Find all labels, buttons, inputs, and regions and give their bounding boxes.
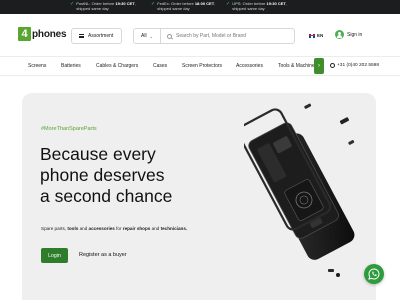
- check-icon: ✓: [226, 1, 231, 7]
- nav-item-batteries[interactable]: Batteries: [61, 63, 81, 69]
- shipping-fedex: ✓ FedEx: Order before 18:00 CET, shipped…: [151, 1, 223, 11]
- language-label: EN: [317, 33, 324, 38]
- whatsapp-icon: [368, 268, 380, 280]
- logo-text: phones: [32, 28, 67, 40]
- shipping-time: 19:30 CET: [266, 1, 286, 6]
- logo-mark: 4: [18, 27, 31, 41]
- subtitle-text: for: [116, 226, 122, 231]
- whatsapp-icon: [330, 63, 335, 68]
- chevron-down-icon: ⌄: [149, 33, 153, 39]
- shipping-time: 19:30 CET: [115, 1, 135, 6]
- sign-in-label: Sign in: [347, 31, 363, 38]
- menu-icon: [79, 34, 84, 38]
- nav-item-accessories[interactable]: Accessories: [236, 63, 263, 69]
- sign-in-button[interactable]: Sign in: [335, 30, 362, 39]
- search-bar: All ⌄: [133, 28, 295, 44]
- hero-tag: #MoreThanSpareParts: [41, 126, 97, 132]
- headline-line: phone deserves: [40, 165, 165, 185]
- whatsapp-chat-button[interactable]: [364, 264, 384, 284]
- check-icon: ✓: [151, 1, 156, 7]
- chevron-right-icon: ›: [318, 63, 320, 69]
- search-category-select[interactable]: All ⌄: [134, 29, 161, 43]
- search-input[interactable]: [176, 33, 286, 39]
- site-header: 4 phones Assortment All ⌄ EN Sign in: [0, 14, 400, 56]
- nav-item-screen-protectors[interactable]: Screen Protectors: [182, 63, 222, 69]
- nav-scroll-right-button[interactable]: ›: [314, 58, 324, 74]
- language-selector[interactable]: EN: [309, 33, 323, 38]
- subtitle-text: Spare parts,: [41, 226, 67, 231]
- assortment-button[interactable]: Assortment: [71, 28, 122, 44]
- subtitle-emphasis: repair shops: [122, 226, 151, 231]
- shipping-ups: ✓ UPS: Order before 19:30 CET, shipped s…: [226, 1, 298, 11]
- exploded-phone-image: [244, 103, 355, 277]
- search-category-label: All: [141, 33, 147, 39]
- site-logo[interactable]: 4 phones: [18, 27, 67, 41]
- subtitle-emphasis: accessories: [88, 226, 115, 231]
- nav-item-cables-chargers[interactable]: Cables & Chargers: [96, 63, 138, 69]
- nav-item-cases[interactable]: Cases: [153, 63, 167, 69]
- hero-headline: Because every phone deserves a second ch…: [40, 144, 172, 207]
- assortment-label: Assortment: [88, 33, 114, 39]
- subtitle-text: and: [79, 226, 88, 231]
- subtitle-text: and: [151, 226, 160, 231]
- search-icon: [167, 33, 172, 39]
- register-buyer-link[interactable]: Register as a buyer: [79, 252, 127, 258]
- subtitle-emphasis: tools: [67, 226, 79, 231]
- login-button[interactable]: Login: [41, 248, 68, 263]
- phone-number: +31 (0)40 202 5598: [337, 63, 380, 68]
- hero-banner: #MoreThanSpareParts Because every phone …: [22, 93, 376, 300]
- check-icon: ✓: [70, 1, 75, 7]
- user-icon: [335, 30, 344, 39]
- shipping-time: 18:00 CET: [194, 1, 215, 6]
- shipping-info-bar: ✓ PostNL: Order before 19:30 CET, shippe…: [0, 0, 400, 14]
- shipping-postnl: ✓ PostNL: Order before 19:30 CET, shippe…: [70, 1, 142, 11]
- nav-item-tools-machines[interactable]: Tools & Machines: [278, 63, 317, 69]
- headline-line: Because every: [40, 144, 156, 164]
- hero-subtitle: Spare parts, tools and accessories for r…: [41, 226, 187, 231]
- nav-item-screens[interactable]: Screens: [28, 63, 46, 69]
- subtitle-emphasis: technicians.: [160, 226, 188, 231]
- headline-line: a second chance: [40, 186, 173, 206]
- uk-flag-icon: [309, 33, 315, 38]
- phone-contact[interactable]: +31 (0)40 202 5598: [328, 63, 380, 68]
